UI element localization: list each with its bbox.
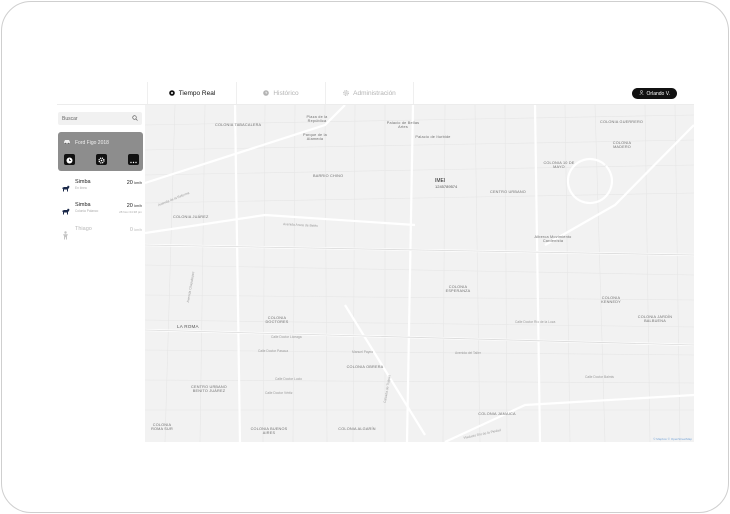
vehicle-name: Thiago	[75, 226, 92, 232]
search-icon	[132, 114, 138, 123]
selected-vehicle-name: Ford Figo 2018	[75, 139, 109, 146]
map-label: CENTRO URBANO	[490, 190, 526, 194]
map-attribution[interactable]: © Mapbox © OpenStreetMap	[653, 437, 692, 441]
map-label: COLONIA OBRERA	[346, 365, 384, 369]
map-label: COLONIA JAMAICA	[478, 412, 516, 416]
tab-label: Tiempo Real	[178, 89, 216, 97]
map-label: COLONIA TABACALERA	[215, 123, 262, 127]
street-label: Calle Doctor Lucio	[275, 377, 302, 381]
vehicle-name: Simba	[75, 202, 91, 208]
street-label: Calle Doctor Pascua	[258, 349, 289, 353]
more-icon	[130, 151, 137, 169]
person-icon	[61, 227, 70, 240]
map-label: COLONIA ESPERANZA	[445, 285, 471, 294]
car-icon	[63, 139, 71, 146]
imei-value: 1245789574	[435, 184, 458, 189]
vehicle-list-item[interactable]: Simba Colonia Polanco 20 km/h 28 Nov 04:…	[61, 200, 143, 218]
map-label: COLONIA BUENOS AIRES	[250, 427, 288, 436]
search-input[interactable]: Buscar	[58, 112, 142, 125]
map-label: COLONIA DOCTORES	[265, 316, 289, 325]
map-label: COLONIA JARDÍN BALBUENA	[637, 315, 673, 324]
gear-icon	[98, 151, 105, 169]
history-icon	[263, 90, 270, 96]
vehicle-status: En línea	[75, 186, 87, 190]
street-label: Calle Doctor Vértiz	[265, 391, 293, 395]
map-label: Parque de la Alameda	[303, 133, 327, 142]
map-label: COLONIA JUÁREZ	[173, 215, 209, 219]
map-label: CENTRO URBANO BENITO JUÁREZ	[191, 385, 227, 394]
vehicle-speed: 20 km/h	[126, 203, 142, 209]
tab-label: Histórico	[273, 89, 299, 97]
map-label: LA ROMA	[177, 324, 199, 329]
map-label: COLONIA KENNEDY	[601, 296, 621, 305]
dog-icon	[61, 203, 70, 215]
map-label: Palacio de Bellas Artes	[386, 121, 420, 130]
tab-bar: Tiempo Real Histórico Administración	[147, 82, 414, 104]
user-menu-button[interactable]: Orlando V.	[631, 88, 677, 99]
selected-vehicle-title: Ford Figo 2018	[63, 139, 109, 146]
vehicle-location: Colonia Polanco	[75, 209, 99, 213]
more-options-button[interactable]	[128, 154, 139, 165]
street-label: Calle Doctor Río de la Loza	[515, 320, 556, 324]
user-name: Orlando V.	[646, 90, 670, 97]
map-label: Palacio de Iturbide	[415, 135, 451, 139]
history-button[interactable]	[64, 154, 75, 165]
sidebar: Buscar Ford Figo 2018 Simba En línea 20 …	[57, 105, 145, 442]
map-label: COLONIA ROMA SUR	[151, 423, 173, 432]
tab-tiempo-real[interactable]: Tiempo Real	[147, 82, 236, 104]
vehicle-timestamp: 28 Nov 04:38 pm	[119, 210, 142, 214]
vehicle-name: Simba	[75, 179, 91, 185]
tab-label: Administración	[353, 89, 396, 97]
street-label: Manuel Payno	[352, 350, 374, 354]
top-navigation: Tiempo Real Histórico Administración Orl…	[57, 82, 694, 104]
user-icon	[638, 90, 644, 97]
dog-icon	[61, 180, 70, 192]
street-label: Calle Doctor Liceaga	[271, 335, 302, 339]
map-label: COLONIA 10 DE MAYO	[543, 161, 575, 170]
vehicle-list-item[interactable]: Simba En línea 20 km/h	[61, 177, 143, 195]
vehicle-speed: 20 km/h	[126, 180, 142, 186]
map-label: COLONIA GUERRERO	[600, 120, 644, 124]
map-label: Alberca Movimiento Cardenista	[534, 235, 572, 244]
tab-administracion[interactable]: Administración	[325, 82, 414, 104]
street-label: Calle Doctor Balmis	[585, 375, 614, 379]
settings-button[interactable]	[96, 154, 107, 165]
selected-vehicle-card[interactable]: Ford Figo 2018	[58, 132, 143, 171]
map-label: BARRIO CHINO	[313, 174, 344, 178]
vehicle-speed: 0 km/h	[129, 227, 142, 233]
map-label: COLONIA MADERO	[612, 141, 632, 150]
search-placeholder: Buscar	[62, 115, 78, 122]
clock-icon	[66, 151, 73, 169]
map-label: Plaza de la República	[306, 115, 328, 124]
vehicle-map-marker[interactable]: IMEI 1245789574	[435, 178, 457, 190]
map-label: COLONIA ALGARÍN	[338, 427, 376, 431]
target-icon	[168, 90, 175, 96]
gear-icon	[343, 90, 349, 96]
vehicle-list-item[interactable]: Thiago 0 km/h	[61, 224, 143, 242]
map-view[interactable]: COLONIA TABACALERA Plaza de la República…	[145, 105, 694, 442]
street-label: Avenida del Taller	[455, 351, 481, 355]
tab-historico[interactable]: Histórico	[236, 82, 325, 104]
